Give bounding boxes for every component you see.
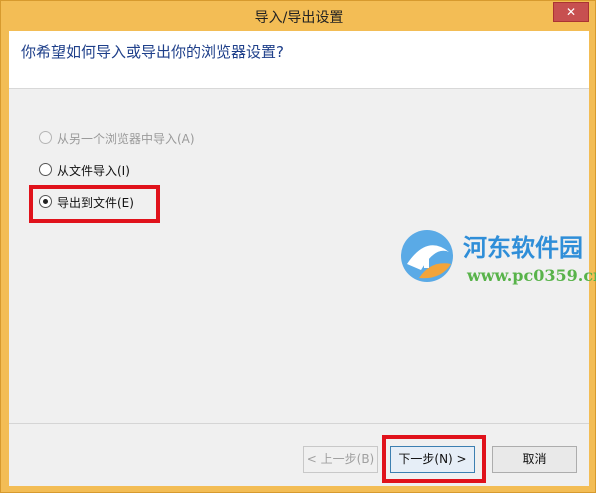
back-button[interactable]: < 上一步(B)	[303, 446, 378, 473]
radio-import-from-file[interactable]	[39, 163, 52, 176]
footer-divider	[9, 423, 589, 424]
cancel-button[interactable]: 取消	[492, 446, 577, 473]
highlight-box-export	[29, 185, 160, 223]
close-icon: ✕	[565, 5, 577, 19]
watermark-logo-icon	[401, 230, 453, 282]
title-bar[interactable]: 导入/导出设置 ✕	[1, 1, 596, 31]
dialog-window: 导入/导出设置 ✕ 你希望如何导入或导出你的浏览器设置? 从另一个浏览器中导入(…	[0, 0, 596, 493]
dialog-body: 你希望如何导入或导出你的浏览器设置? 从另一个浏览器中导入(A) 从文件导入(I…	[9, 31, 596, 486]
close-button[interactable]: ✕	[553, 2, 589, 22]
page-title: 你希望如何导入或导出你的浏览器设置?	[21, 43, 284, 61]
option-label: 从另一个浏览器中导入(A)	[57, 132, 195, 146]
highlight-box-next	[382, 435, 486, 483]
radio-import-from-browser	[39, 131, 52, 144]
watermark-url: www.pc0359.cn	[467, 266, 596, 285]
watermark-name: 河东软件园	[463, 233, 583, 262]
window-title: 导入/导出设置	[254, 10, 344, 26]
watermark: 河东软件园 www.pc0359.cn	[397, 216, 596, 306]
dialog-header: 你希望如何导入或导出你的浏览器设置?	[9, 31, 589, 89]
option-label[interactable]: 从文件导入(I)	[57, 162, 130, 179]
